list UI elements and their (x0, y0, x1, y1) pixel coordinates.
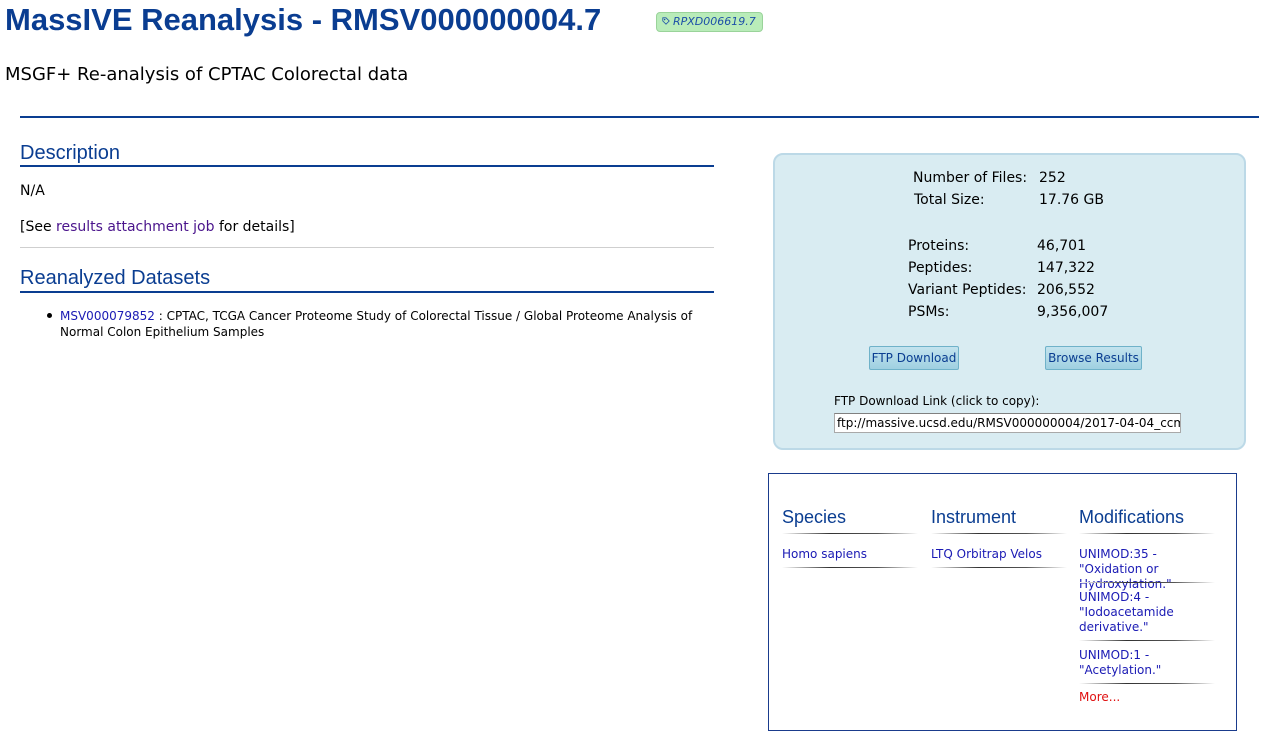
browse-results-button[interactable]: Browse Results (1045, 346, 1142, 370)
ftp-link-label: FTP Download Link (click to copy): (834, 394, 1040, 408)
page-title: MassIVE Reanalysis - RMSV000000004.7 (5, 2, 602, 37)
proteins-label: Proteins: (908, 238, 970, 254)
psms-value: 9,356,007 (1037, 304, 1109, 320)
modification-link[interactable]: UNIMOD:35 - "Oxidation or Hydroxylation.… (1079, 547, 1215, 592)
modification-item-rule (1079, 683, 1215, 684)
list-bullet (47, 313, 52, 318)
description-divider (20, 247, 714, 248)
modification-item-rule (1079, 582, 1215, 583)
instrument-link[interactable]: LTQ Orbitrap Velos (931, 547, 1042, 562)
size-value: 17.76 GB (1039, 192, 1104, 208)
ftp-download-button[interactable]: FTP Download (869, 346, 959, 370)
dataset-list-item: MSV000079852 : CPTAC, TCGA Cancer Proteo… (60, 308, 710, 340)
note-prefix: [See (20, 219, 57, 235)
description-text: N/A (20, 183, 45, 199)
page-subtitle: MSGF+ Re-analysis of CPTAC Colorectal da… (5, 64, 409, 85)
description-rule (20, 165, 714, 167)
peptides-value: 147,322 (1037, 260, 1095, 276)
reanalyzed-rule (20, 291, 714, 293)
reanalyzed-datasets-heading: Reanalyzed Datasets (20, 267, 211, 289)
ftp-link-field[interactable]: ftp://massive.ucsd.edu/RMSV000000004/201… (834, 413, 1181, 433)
dataset-link[interactable]: MSV000079852 (60, 309, 155, 323)
instrument-heading: Instrument (931, 507, 1017, 527)
px-badge-label: RPXD006619.7 (673, 15, 756, 28)
species-item-rule (782, 567, 918, 568)
note-suffix: for details] (214, 219, 295, 235)
size-label: Total Size: (914, 192, 985, 208)
species-link[interactable]: Homo sapiens (782, 547, 867, 562)
results-attachment-note: [See results attachment job for details] (20, 219, 295, 235)
tag-icon (662, 17, 670, 25)
px-badge[interactable]: RPXD006619.7 (656, 12, 763, 32)
modification-link[interactable]: UNIMOD:4 - "Iodoacetamide derivative." (1079, 590, 1179, 635)
variant-peptides-label: Variant Peptides: (908, 282, 1027, 298)
modifications-heading: Modifications (1079, 507, 1185, 527)
dataset-description: : CPTAC, TCGA Cancer Proteome Study of C… (60, 309, 693, 339)
modifications-heading-rule (1079, 533, 1215, 534)
files-label: Number of Files: (913, 170, 1028, 186)
description-heading: Description (20, 142, 121, 164)
files-value: 252 (1039, 170, 1066, 186)
modification-link[interactable]: UNIMOD:1 - "Acetylation." (1079, 648, 1161, 678)
modification-item-rule (1079, 640, 1215, 641)
instrument-item-rule (931, 567, 1067, 568)
header-divider (20, 116, 1259, 118)
results-attachment-job-link[interactable]: results attachment job (56, 219, 214, 235)
proteins-value: 46,701 (1037, 238, 1086, 254)
instrument-heading-rule (931, 533, 1067, 534)
species-heading-rule (782, 533, 918, 534)
species-heading: Species (782, 507, 847, 527)
more-modifications-link[interactable]: More... (1079, 690, 1120, 704)
peptides-label: Peptides: (908, 260, 973, 276)
psms-label: PSMs: (908, 304, 950, 320)
variant-peptides-value: 206,552 (1037, 282, 1095, 298)
